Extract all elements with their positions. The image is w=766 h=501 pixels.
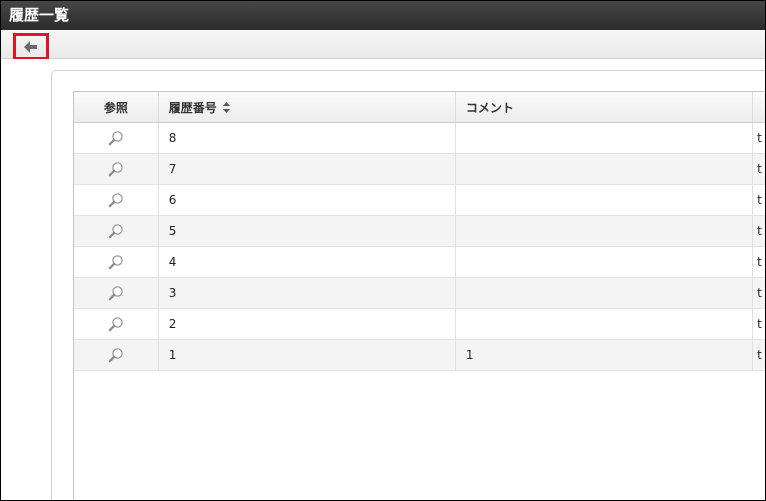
table-row: 5t	[74, 216, 765, 247]
comment-cell	[456, 154, 754, 184]
extra-cell: t	[757, 193, 762, 207]
magnifier-icon[interactable]	[108, 254, 124, 270]
history-number-cell: 1	[159, 340, 456, 370]
history-number-cell: 7	[159, 154, 456, 184]
magnifier-icon[interactable]	[108, 316, 124, 332]
magnifier-icon[interactable]	[108, 130, 124, 146]
extra-cell: t	[757, 348, 762, 362]
magnifier-icon[interactable]	[108, 223, 124, 239]
extra-cell: t	[757, 317, 762, 331]
content-area: 参照 履歴番号 コメント 8t7t6t5t4t3t2t11t	[1, 59, 765, 500]
comment-cell: 1	[456, 340, 754, 370]
table-row: 11t	[74, 340, 765, 371]
view-history-link[interactable]	[74, 278, 159, 308]
history-number-cell: 5	[159, 216, 456, 246]
table-body: 8t7t6t5t4t3t2t11t	[74, 123, 765, 371]
arrow-left-icon	[24, 40, 37, 53]
comment-cell	[456, 247, 754, 277]
extra-cell: t	[757, 255, 762, 269]
view-history-link[interactable]	[74, 309, 159, 339]
history-number-cell: 2	[159, 309, 456, 339]
table-header: 参照 履歴番号 コメント	[74, 92, 765, 123]
history-number-cell: 8	[159, 123, 456, 153]
history-number-cell: 3	[159, 278, 456, 308]
history-number-cell: 6	[159, 185, 456, 215]
window-title: 履歴一覧	[1, 1, 765, 30]
history-table: 参照 履歴番号 コメント 8t7t6t5t4t3t2t11t	[73, 91, 765, 500]
table-row: 4t	[74, 247, 765, 278]
comment-cell	[456, 278, 754, 308]
column-header-ref: 参照	[74, 92, 159, 122]
table-row: 8t	[74, 123, 765, 154]
table-row: 7t	[74, 154, 765, 185]
extra-cell: t	[757, 162, 762, 176]
history-panel: 参照 履歴番号 コメント 8t7t6t5t4t3t2t11t	[51, 70, 765, 500]
column-header-number[interactable]: 履歴番号	[159, 92, 456, 122]
magnifier-icon[interactable]	[108, 192, 124, 208]
history-number-cell: 4	[159, 247, 456, 277]
view-history-link[interactable]	[74, 185, 159, 215]
window: 履歴一覧 参照 履歴番号 コメント 8 t 7 t 6 t 5 t 4 t 3 …	[0, 0, 766, 501]
comment-cell	[456, 216, 754, 246]
view-history-link[interactable]	[74, 340, 159, 370]
view-history-link[interactable]	[74, 154, 159, 184]
column-header-number-label: 履歴番号	[168, 100, 217, 115]
view-history-link[interactable]	[74, 247, 159, 277]
extra-cell: t	[757, 224, 762, 238]
comment-cell	[456, 123, 754, 153]
view-history-link[interactable]	[74, 216, 159, 246]
sort-icon[interactable]	[222, 101, 230, 113]
back-button[interactable]	[13, 33, 49, 60]
extra-cell: t	[757, 286, 762, 300]
comment-cell	[456, 309, 754, 339]
table-row: 2t	[74, 309, 765, 340]
view-history-link[interactable]	[74, 123, 159, 153]
magnifier-icon[interactable]	[108, 347, 124, 363]
magnifier-icon[interactable]	[108, 285, 124, 301]
comment-cell	[456, 185, 754, 215]
table-row: 6t	[74, 185, 765, 216]
column-header-comment: コメント	[456, 92, 754, 122]
magnifier-icon[interactable]	[108, 161, 124, 177]
extra-cell: t	[757, 131, 762, 145]
toolbar	[1, 30, 765, 60]
column-header-extra	[753, 92, 765, 122]
table-row: 3t	[74, 278, 765, 309]
